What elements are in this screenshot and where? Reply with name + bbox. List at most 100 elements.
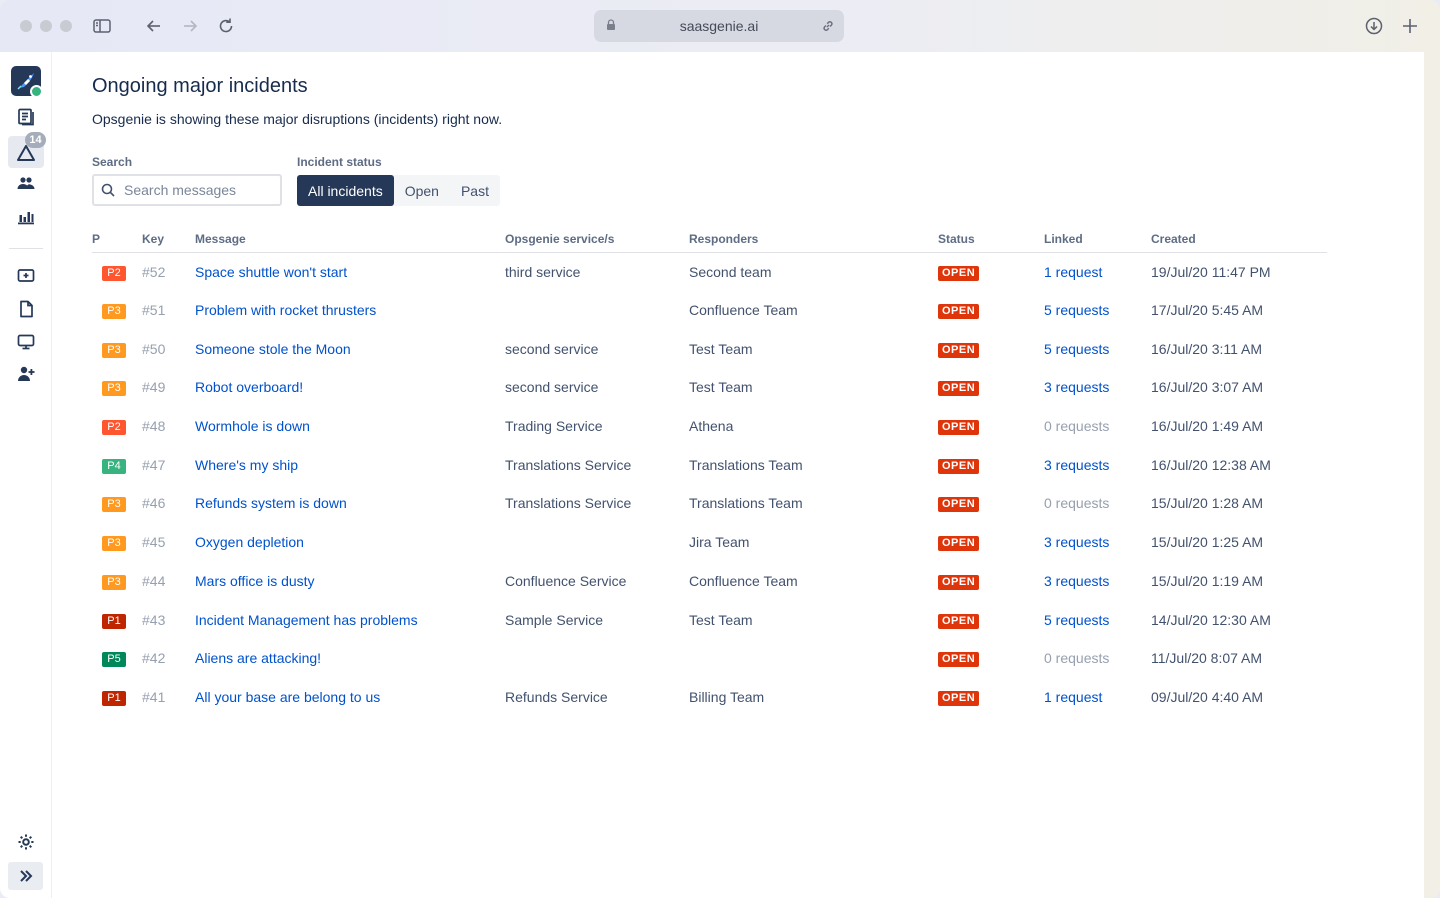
table-row[interactable]: P3 #44 Mars office is dusty Confluence Serv… bbox=[92, 562, 1327, 601]
priority-cell: P4 bbox=[92, 445, 142, 484]
priority-cell: P1 bbox=[92, 678, 142, 717]
linked-requests-link[interactable]: 3 requests bbox=[1044, 562, 1151, 601]
status-online-icon bbox=[30, 85, 43, 98]
linked-requests-link[interactable]: 5 requests bbox=[1044, 600, 1151, 639]
priority-cell: P1 bbox=[92, 600, 142, 639]
priority-cell: P3 bbox=[92, 329, 142, 368]
filter-open[interactable]: Open bbox=[394, 175, 450, 206]
status-cell: OPEN bbox=[938, 407, 1044, 446]
sidebar-item-overview[interactable] bbox=[13, 104, 39, 130]
sidebar-item-pages[interactable] bbox=[13, 296, 39, 322]
linked-requests-link[interactable]: 1 request bbox=[1044, 252, 1151, 291]
filter-past[interactable]: Past bbox=[450, 175, 500, 206]
sidebar-toggle-icon[interactable] bbox=[90, 14, 114, 38]
table-row[interactable]: P1 #41 All your base are belong to us Refun… bbox=[92, 678, 1327, 717]
table-row[interactable]: P3 #50 Someone stole the Moon second servic… bbox=[92, 329, 1327, 368]
column-header-key[interactable]: Key bbox=[142, 232, 195, 253]
incident-status-label: Incident status bbox=[297, 155, 382, 169]
incident-message-link[interactable]: Space shuttle won't start bbox=[195, 252, 505, 291]
bar-chart-icon bbox=[18, 212, 34, 225]
add-box-icon bbox=[17, 269, 35, 282]
linked-requests-link[interactable]: 3 requests bbox=[1044, 445, 1151, 484]
column-header-created[interactable]: Created bbox=[1151, 232, 1327, 253]
incident-message-link[interactable]: All your base are belong to us bbox=[195, 678, 505, 717]
incident-created: 14/Jul/20 12:30 AM bbox=[1151, 611, 1271, 628]
linked-requests-link[interactable]: 3 requests bbox=[1044, 368, 1151, 407]
sidebar-item-teams[interactable] bbox=[13, 171, 39, 197]
table-row[interactable]: P3 #51 Problem with rocket thrusters Conflu… bbox=[92, 291, 1327, 330]
priority-badge: P5 bbox=[102, 652, 126, 668]
add-user-icon bbox=[18, 366, 35, 381]
table-row[interactable]: P4 #47 Where's my ship Translations Service… bbox=[92, 445, 1327, 484]
browser-toolbar: saasgenie.ai bbox=[0, 0, 1440, 52]
incident-message-link[interactable]: Mars office is dusty bbox=[195, 562, 505, 601]
rail-divider bbox=[9, 248, 43, 249]
incident-message-link[interactable]: Where's my ship bbox=[195, 445, 505, 484]
linked-requests-link[interactable]: 1 request bbox=[1044, 678, 1151, 717]
priority-cell: P5 bbox=[92, 639, 142, 678]
incident-message-link[interactable]: Incident Management has problems bbox=[195, 600, 505, 639]
linked-requests-link[interactable]: 3 requests bbox=[1044, 523, 1151, 562]
table-row[interactable]: P2 #52 Space shuttle won't start third serv… bbox=[92, 252, 1327, 291]
back-arrow-icon[interactable] bbox=[142, 14, 166, 38]
forward-arrow-icon[interactable] bbox=[178, 14, 202, 38]
priority-cell: P2 bbox=[92, 252, 142, 291]
linked-requests-link[interactable]: 5 requests bbox=[1044, 291, 1151, 330]
settings-button[interactable] bbox=[13, 829, 39, 855]
table-row[interactable]: P1 #43 Incident Management has problems Sam… bbox=[92, 600, 1327, 639]
column-header-priority[interactable]: P bbox=[92, 232, 142, 253]
page-icon bbox=[20, 300, 33, 318]
table-row[interactable]: P5 #42 Aliens are attacking! OPEN 0 requests… bbox=[92, 639, 1327, 678]
column-header-linked[interactable]: Linked bbox=[1044, 232, 1151, 253]
window-minimize-button[interactable] bbox=[40, 20, 52, 32]
reload-icon[interactable] bbox=[214, 14, 238, 38]
lock-icon bbox=[607, 19, 615, 30]
incident-responders: Test Team bbox=[689, 340, 753, 357]
column-header-responders[interactable]: Responders bbox=[689, 232, 938, 253]
incident-message-link[interactable]: Robot overboard! bbox=[195, 368, 505, 407]
search-input[interactable] bbox=[124, 182, 274, 198]
incident-message-link[interactable]: Aliens are attacking! bbox=[195, 639, 505, 678]
sidebar-item-create[interactable] bbox=[13, 263, 39, 289]
window-close-button[interactable] bbox=[20, 20, 32, 32]
address-bar-url: saasgenie.ai bbox=[679, 18, 759, 34]
incident-message-link[interactable]: Problem with rocket thrusters bbox=[195, 291, 505, 330]
column-header-message[interactable]: Message bbox=[195, 232, 505, 253]
incident-message-link[interactable]: Wormhole is down bbox=[195, 407, 505, 446]
incident-key: #52 bbox=[142, 263, 166, 280]
download-icon[interactable] bbox=[1362, 14, 1386, 38]
column-header-service[interactable]: Opsgenie service/s bbox=[505, 232, 689, 253]
linked-requests-link[interactable]: 0 requests bbox=[1044, 639, 1151, 678]
incident-key: #47 bbox=[142, 456, 166, 473]
incident-message-link[interactable]: Someone stole the Moon bbox=[195, 329, 505, 368]
incident-created: 15/Jul/20 1:28 AM bbox=[1151, 495, 1264, 512]
incident-responders: Second team bbox=[689, 263, 772, 280]
linked-requests-link[interactable]: 0 requests bbox=[1044, 484, 1151, 523]
window-zoom-button[interactable] bbox=[60, 20, 72, 32]
new-tab-icon[interactable] bbox=[1398, 14, 1422, 38]
table-row[interactable]: P3 #45 Oxygen depletion Jira Team OPEN 3 requ… bbox=[92, 523, 1327, 562]
incidents-table: P Key Message Opsgenie service/s Respond… bbox=[92, 232, 1327, 716]
table-row[interactable]: P2 #48 Wormhole is down Trading Service Athe… bbox=[92, 407, 1327, 446]
column-header-status[interactable]: Status bbox=[938, 232, 1044, 253]
incident-message-link[interactable]: Oxygen depletion bbox=[195, 523, 505, 562]
search-icon bbox=[101, 183, 115, 197]
browser-window: saasgenie.ai 14 Ongoing major incidents … bbox=[0, 0, 1440, 898]
link-icon[interactable] bbox=[820, 18, 836, 34]
priority-cell: P3 bbox=[92, 562, 142, 601]
incident-message-link[interactable]: Refunds system is down bbox=[195, 484, 505, 523]
filter-all-incidents[interactable]: All incidents bbox=[297, 175, 394, 206]
sidebar-item-reports[interactable] bbox=[13, 204, 39, 230]
status-badge: OPEN bbox=[938, 381, 980, 397]
table-row[interactable]: P3 #46 Refunds system is down Translations … bbox=[92, 484, 1327, 523]
sidebar-item-monitor[interactable] bbox=[13, 329, 39, 355]
incident-created: 09/Jul/20 4:40 AM bbox=[1151, 688, 1264, 705]
sidebar-item-add-user[interactable] bbox=[13, 361, 39, 387]
address-bar[interactable]: saasgenie.ai bbox=[594, 10, 844, 42]
linked-requests-link[interactable]: 5 requests bbox=[1044, 329, 1151, 368]
linked-requests-link[interactable]: 0 requests bbox=[1044, 407, 1151, 446]
incident-key: #50 bbox=[142, 340, 166, 357]
incident-key: #51 bbox=[142, 302, 166, 319]
table-row[interactable]: P3 #49 Robot overboard! second service Test … bbox=[92, 368, 1327, 407]
expand-sidebar-button[interactable] bbox=[8, 862, 43, 890]
